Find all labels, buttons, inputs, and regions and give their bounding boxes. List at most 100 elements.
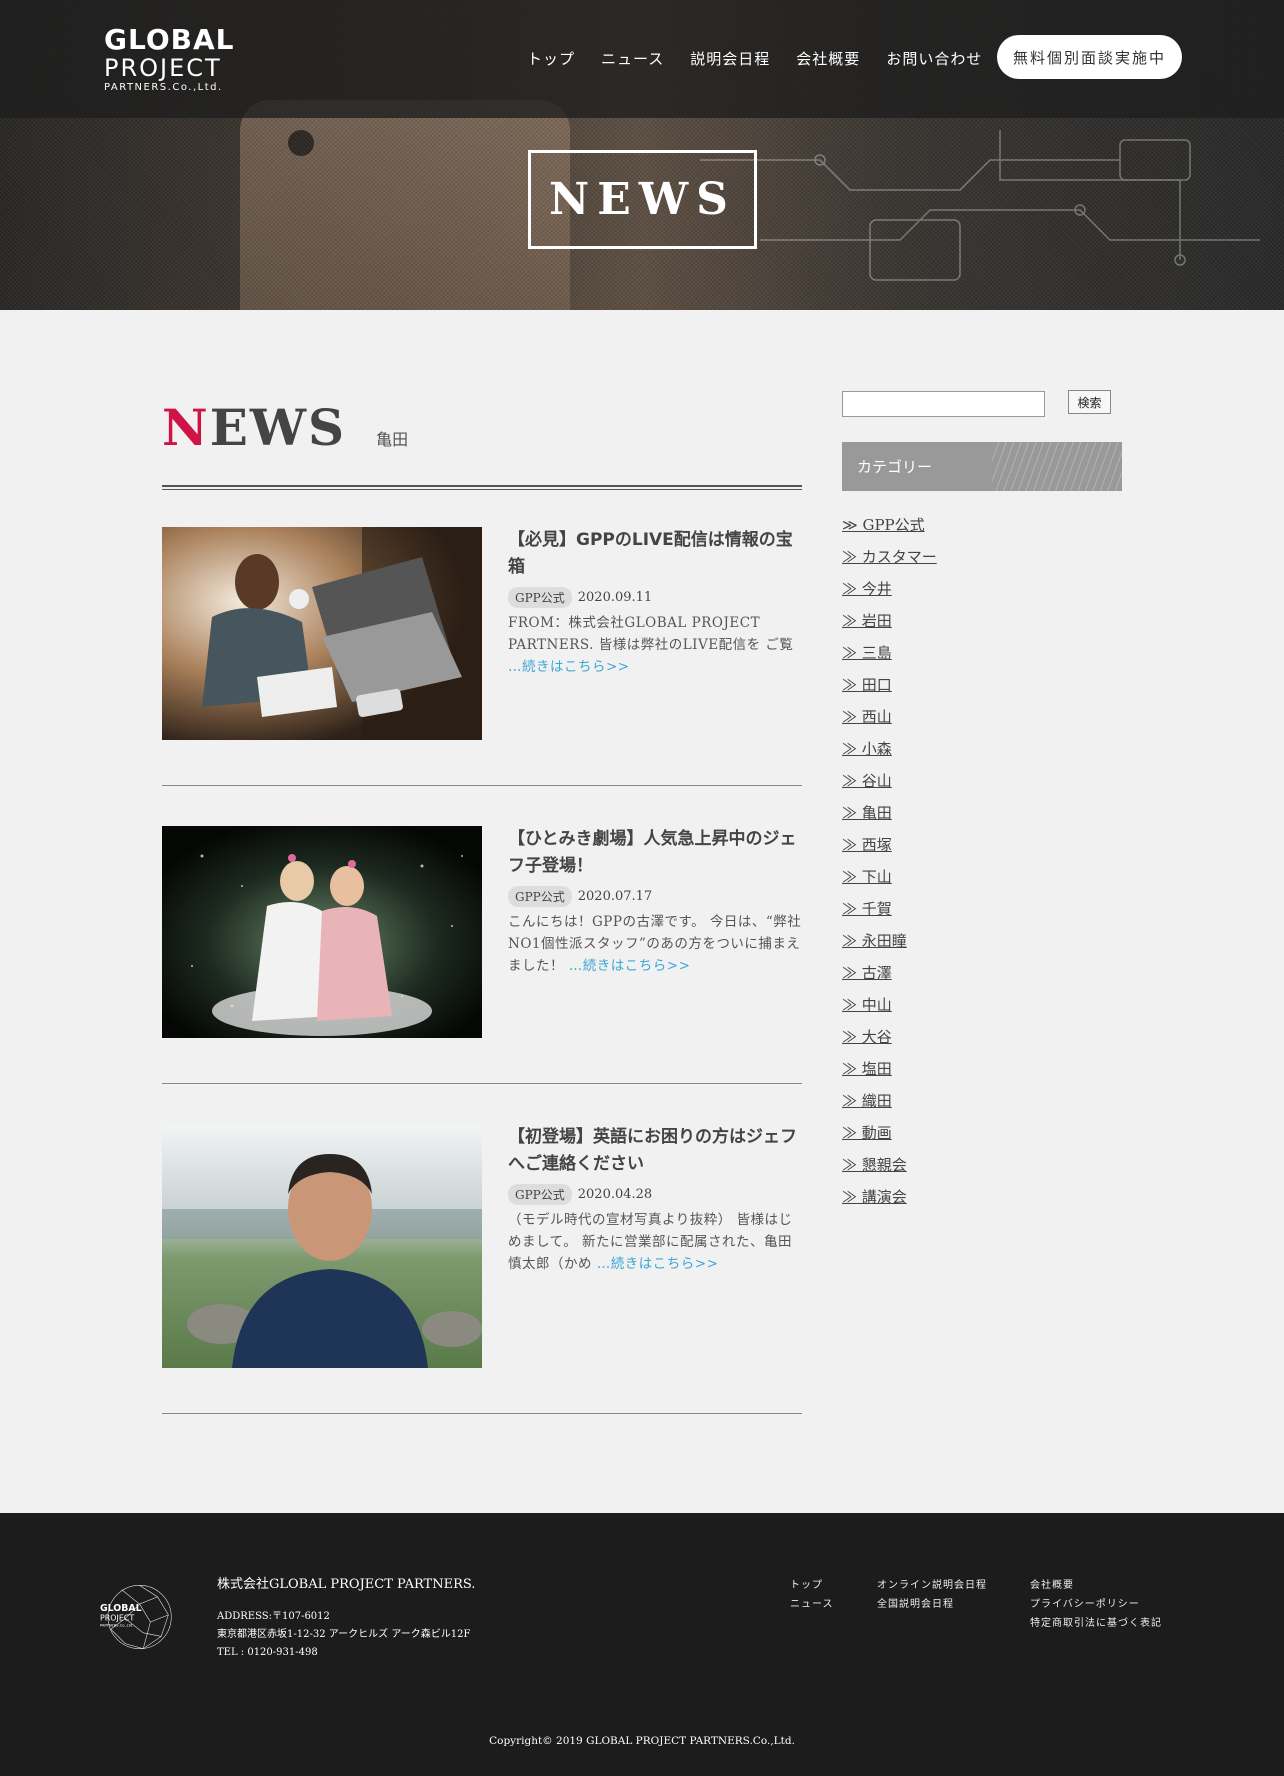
category-link[interactable]: ≫ 岩田	[842, 612, 892, 630]
category-link[interactable]: ≫ 三島	[842, 644, 892, 662]
page-title-text: NEWS	[162, 398, 346, 457]
post-category-badge[interactable]: GPP公式	[508, 587, 572, 608]
post-divider	[162, 785, 802, 786]
main-nav: トップ ニュース 説明会日程 会社概要 お問い合わせ	[527, 48, 982, 69]
category-item: ≫ 岩田	[842, 610, 937, 642]
category-link[interactable]: ≫ 小森	[842, 740, 892, 758]
category-link[interactable]: ≫ 塩田	[842, 1060, 892, 1078]
category-link[interactable]: ≫ 西塚	[842, 836, 892, 854]
nav-contact[interactable]: お問い合わせ	[886, 48, 982, 69]
post-date: 2020.09.11	[577, 590, 653, 605]
category-item: ≫ カスタマー	[842, 546, 937, 578]
post-divider	[162, 1413, 802, 1414]
post-thumbnail-image[interactable]	[162, 527, 482, 740]
heading-hatch-decoration	[992, 442, 1122, 491]
footer-link-top[interactable]: トップ	[790, 1576, 834, 1595]
footer-postal: ADDRESS:〒107-6012	[217, 1611, 330, 1622]
post-date: 2020.04.28	[577, 1187, 653, 1202]
footer-link-news[interactable]: ニュース	[790, 1595, 834, 1614]
category-item: ≫ 中山	[842, 994, 937, 1026]
search-button[interactable]: 検索	[1068, 390, 1111, 414]
footer-address: ADDRESS:〒107-6012 東京都港区赤坂1-12-32 アークヒルズ …	[217, 1608, 470, 1662]
copyright: Copyright© 2019 GLOBAL PROJECT PARTNERS.…	[489, 1735, 795, 1747]
category-item: ≫ 古澤	[842, 962, 937, 994]
footer-logo-line1: GLOBAL	[100, 1603, 142, 1614]
post-title[interactable]: 【ひとみき劇場】人気急上昇中のジェフ子登場！	[508, 826, 802, 880]
logo-line1: GLOBAL	[104, 23, 235, 56]
nav-company[interactable]: 会社概要	[796, 48, 860, 69]
category-item: ≫ 千賀	[842, 898, 937, 930]
footer-logo-line2: PROJECT	[100, 1614, 134, 1623]
category-link[interactable]: ≫ 西山	[842, 708, 892, 726]
category-item: ≫ 三島	[842, 642, 937, 674]
category-link[interactable]: ≫ 大谷	[842, 1028, 892, 1046]
post-date: 2020.07.17	[577, 889, 653, 904]
read-more-link[interactable]: …続きはこちら>>	[569, 958, 691, 974]
category-heading-text: カテゴリー	[857, 458, 933, 476]
post-title[interactable]: 【必見】GPPのLIVE配信は情報の宝箱	[508, 527, 802, 581]
category-item: ≫ 織田	[842, 1090, 937, 1122]
category-link[interactable]: ≫ 懇親会	[842, 1156, 907, 1174]
footer-link-legal[interactable]: 特定商取引法に基づく表記	[1030, 1614, 1162, 1633]
site-footer: GLOBAL PROJECT PARTNERS.Co.,Ltd. 株式会社GLO…	[0, 1513, 1284, 1776]
category-item: ≫ 下山	[842, 866, 937, 898]
footer-links-col3: 会社概要 プライバシーポリシー 特定商取引法に基づく表記	[1030, 1576, 1162, 1633]
category-link[interactable]: ≫ 亀田	[842, 804, 892, 822]
nav-seminar-schedule[interactable]: 説明会日程	[690, 48, 770, 69]
category-item: ≫ GPP公式	[842, 514, 937, 546]
logo-line2: PROJECT	[104, 54, 222, 82]
read-more-link[interactable]: …続きはこちら>>	[597, 1256, 719, 1272]
title-rest: EWS	[209, 398, 347, 457]
post-body: 【必見】GPPのLIVE配信は情報の宝箱 GPP公式 2020.09.11 FR…	[508, 527, 802, 678]
category-link[interactable]: ≫ 下山	[842, 868, 892, 886]
category-item: ≫ 講演会	[842, 1186, 937, 1218]
search-input[interactable]	[842, 391, 1045, 417]
category-link[interactable]: ≫ 講演会	[842, 1188, 907, 1206]
category-item: ≫ 田口	[842, 674, 937, 706]
category-link[interactable]: ≫ 動画	[842, 1124, 892, 1142]
post-category-badge[interactable]: GPP公式	[508, 1184, 572, 1205]
category-list: ≫ GPP公式 ≫ カスタマー ≫ 今井 ≫ 岩田 ≫ 三島 ≫ 田口 ≫ 西山…	[842, 514, 937, 1218]
nav-news[interactable]: ニュース	[601, 48, 664, 69]
footer-link-privacy[interactable]: プライバシーポリシー	[1030, 1595, 1162, 1614]
category-item: ≫ 谷山	[842, 770, 937, 802]
post-title[interactable]: 【初登場】英語にお困りの方はジェフへご連絡ください	[508, 1124, 802, 1178]
hero-title: NEWS	[528, 150, 757, 249]
free-consultation-button[interactable]: 無料個別面談実施中	[997, 35, 1182, 79]
read-more-link[interactable]: …続きはこちら>>	[508, 659, 630, 675]
category-heading: カテゴリー	[842, 442, 1122, 491]
post-category-badge[interactable]: GPP公式	[508, 886, 572, 907]
category-link[interactable]: ≫ 田口	[842, 676, 892, 694]
category-link[interactable]: ≫ 谷山	[842, 772, 892, 790]
site-logo[interactable]: GLOBAL PROJECT PARTNERS.Co.,Ltd.	[104, 26, 234, 93]
post-thumbnail-image[interactable]	[162, 826, 482, 1038]
heading-divider	[162, 485, 802, 490]
category-link[interactable]: ≫ GPP公式	[842, 516, 925, 534]
category-link[interactable]: ≫ 千賀	[842, 900, 892, 918]
category-item: ≫ 小森	[842, 738, 937, 770]
footer-company-name: 株式会社GLOBAL PROJECT PARTNERS.	[217, 1577, 476, 1592]
post-body: 【初登場】英語にお困りの方はジェフへご連絡ください GPP公式 2020.04.…	[508, 1124, 805, 1275]
post-divider	[162, 1083, 802, 1084]
footer-link-online-seminar[interactable]: オンライン説明会日程	[877, 1576, 987, 1595]
post-body: 【ひとみき劇場】人気急上昇中のジェフ子登場！ GPP公式 2020.07.17 …	[508, 826, 802, 977]
logo-line3: PARTNERS.Co.,Ltd.	[104, 82, 223, 93]
post-thumbnail-image[interactable]	[162, 1124, 482, 1368]
category-link[interactable]: ≫ 永田瞳	[842, 932, 907, 950]
page-subtitle: 亀田	[376, 430, 409, 449]
category-item: ≫ 懇親会	[842, 1154, 937, 1186]
category-item: ≫ 西塚	[842, 834, 937, 866]
category-item: ≫ 亀田	[842, 802, 937, 834]
category-link[interactable]: ≫ カスタマー	[842, 548, 937, 566]
nav-top[interactable]: トップ	[527, 48, 575, 69]
post-excerpt: FROM：株式会社GLOBAL PROJECT PARTNERS. 皆様は弊社の…	[508, 612, 802, 678]
footer-logo[interactable]: GLOBAL PROJECT PARTNERS.Co.,Ltd.	[100, 1569, 172, 1665]
category-item: ≫ 西山	[842, 706, 937, 738]
footer-link-national-seminar[interactable]: 全国説明会日程	[877, 1595, 987, 1614]
category-link[interactable]: ≫ 中山	[842, 996, 892, 1014]
category-link[interactable]: ≫ 織田	[842, 1092, 892, 1110]
category-link[interactable]: ≫ 古澤	[842, 964, 892, 982]
category-item: ≫ 動画	[842, 1122, 937, 1154]
footer-link-company[interactable]: 会社概要	[1030, 1576, 1162, 1595]
category-link[interactable]: ≫ 今井	[842, 580, 892, 598]
